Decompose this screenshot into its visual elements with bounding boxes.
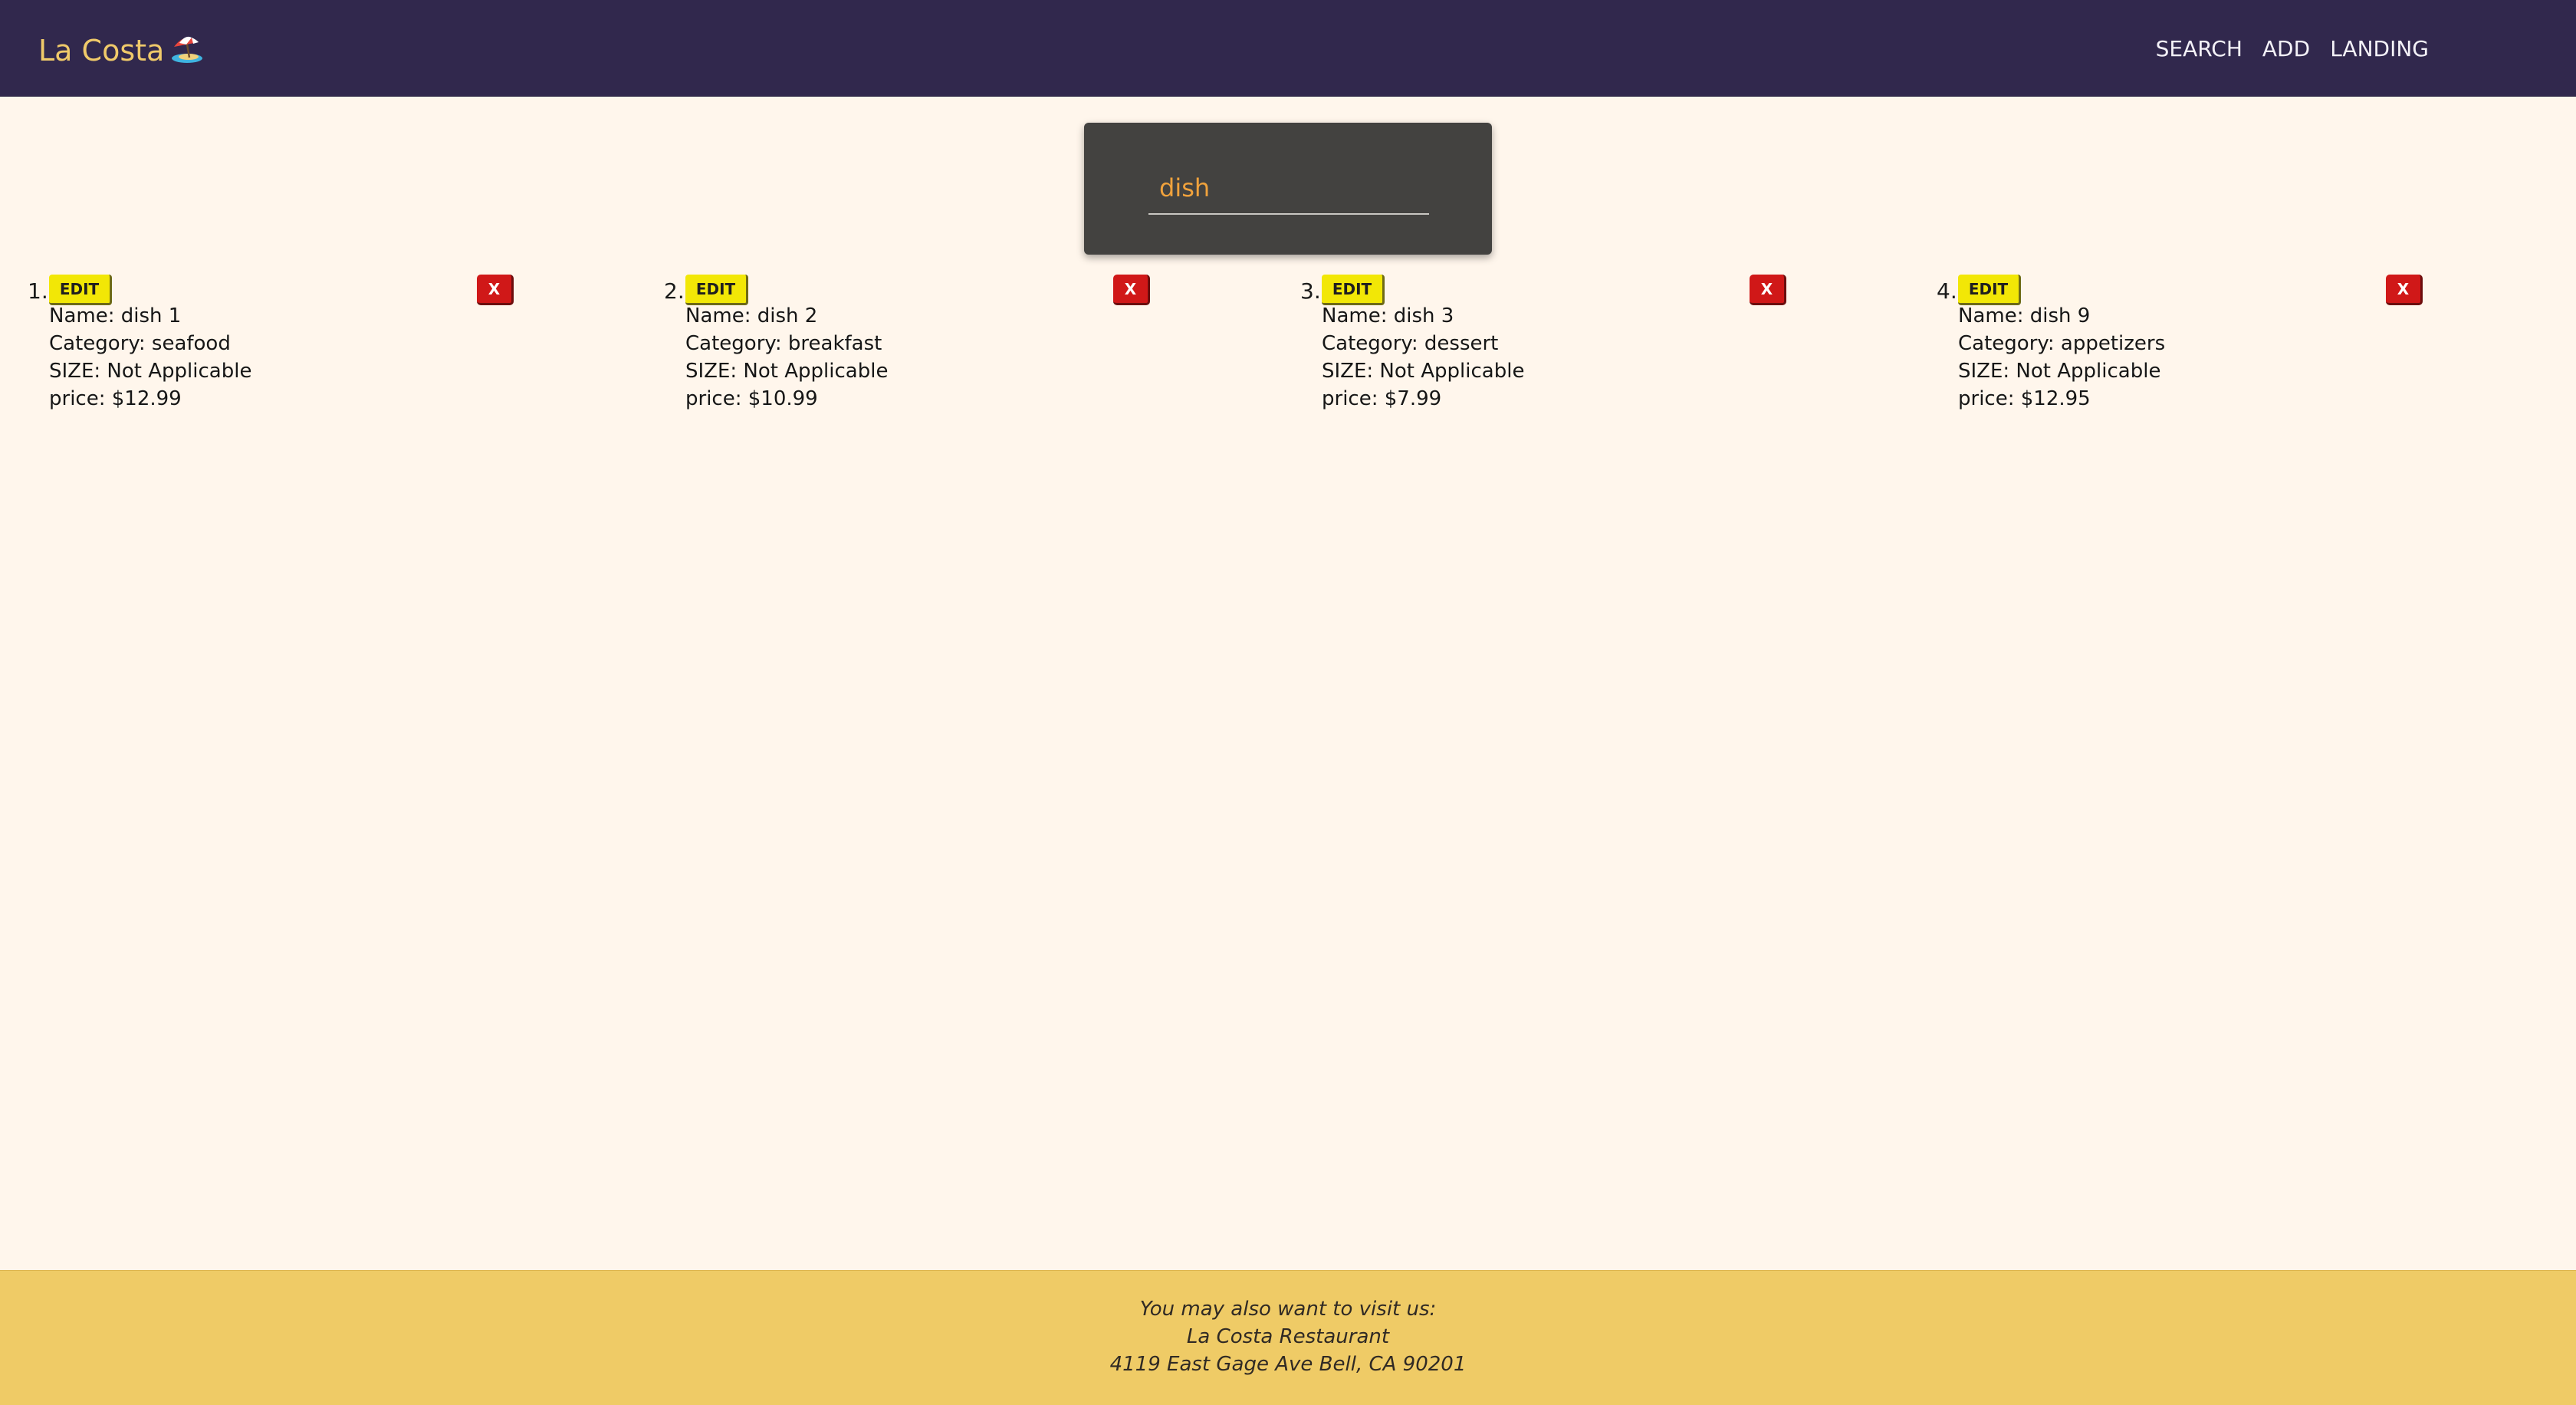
beach-umbrella-icon [170,32,204,63]
footer-visit-text: You may also want to visit us: [1139,1298,1437,1321]
list-item: 1. EDIT X Name: dish 1 Category: seafood… [28,273,518,419]
item-size: SIZE: Not Applicable [1958,360,2161,383]
item-size: SIZE: Not Applicable [1322,360,1525,383]
list-item: 4. EDIT X Name: dish 9 Category: appetiz… [1937,273,2427,419]
brand-title: La Costa [38,34,165,67]
search-card [1084,123,1492,255]
nav-menu: SEARCH ADD LANDING [2156,34,2429,64]
footer-address: 4119 East Gage Ave Bell, CA 90201 [1109,1353,1467,1376]
item-price: price: $12.99 [49,387,182,410]
delete-button[interactable]: X [2386,275,2423,305]
item-number: 2. [664,278,685,304]
item-name: Name: dish 2 [685,304,818,327]
edit-button[interactable]: EDIT [685,275,748,305]
edit-button[interactable]: EDIT [1958,275,2021,305]
delete-button[interactable]: X [1750,275,1786,305]
list-item: 2. EDIT X Name: dish 2 Category: breakfa… [664,273,1155,419]
edit-button[interactable]: EDIT [1322,275,1385,305]
search-input[interactable] [1148,163,1429,215]
delete-button[interactable]: X [477,275,514,305]
footer-restaurant-name: La Costa Restaurant [1186,1325,1390,1348]
item-number: 3. [1300,278,1321,304]
item-price: price: $10.99 [685,387,818,410]
edit-button[interactable]: EDIT [49,275,112,305]
item-category: Category: breakfast [685,332,882,355]
nav-search-link[interactable]: SEARCH [2156,34,2242,64]
nav-add-link[interactable]: ADD [2262,34,2310,64]
item-number: 4. [1937,278,1957,304]
item-size: SIZE: Not Applicable [685,360,889,383]
footer: You may also want to visit us: La Costa … [0,1270,2576,1405]
item-number: 1. [28,278,48,304]
item-category: Category: seafood [49,332,231,355]
item-name: Name: dish 3 [1322,304,1454,327]
item-name: Name: dish 1 [49,304,182,327]
nav-landing-link[interactable]: LANDING [2330,34,2429,64]
item-category: Category: dessert [1322,332,1499,355]
item-category: Category: appetizers [1958,332,2166,355]
item-price: price: $12.95 [1958,387,2091,410]
delete-button[interactable]: X [1113,275,1150,305]
item-size: SIZE: Not Applicable [49,360,252,383]
list-item: 3. EDIT X Name: dish 3 Category: dessert… [1300,273,1791,419]
item-name: Name: dish 9 [1958,304,2091,327]
item-price: price: $7.99 [1322,387,1442,410]
navbar: La Costa SEARCH ADD LANDING [0,0,2576,97]
brand[interactable]: La Costa [38,29,204,72]
